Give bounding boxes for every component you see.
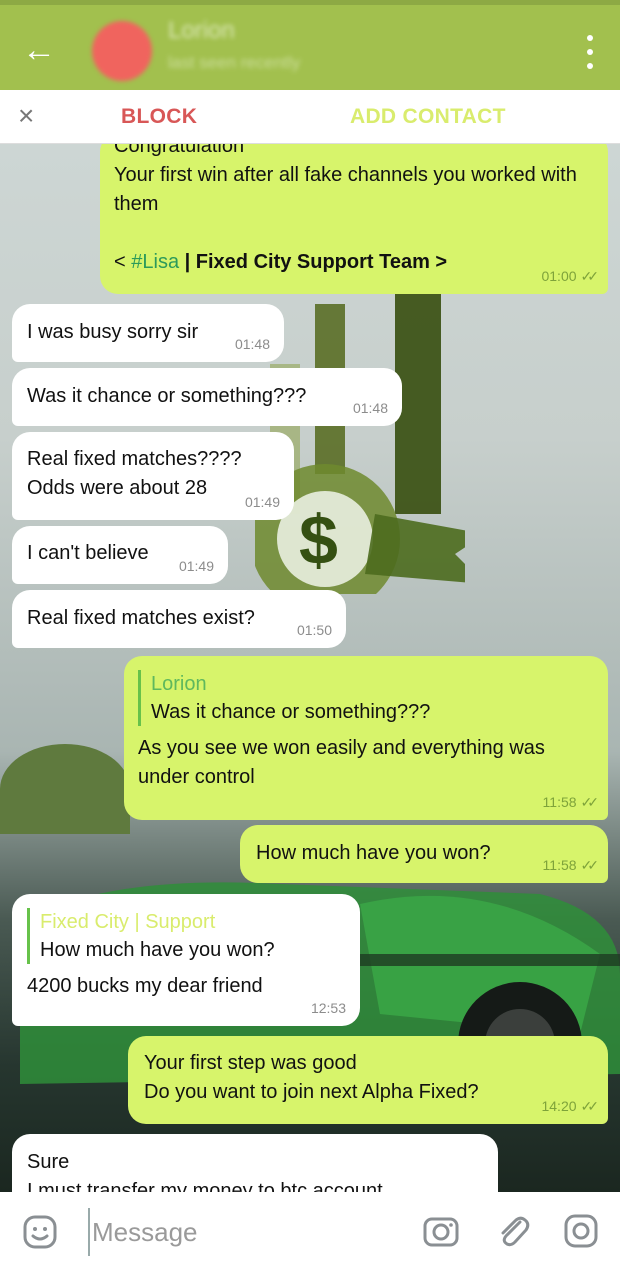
paperclip-icon[interactable] [494,1212,532,1250]
message-time: 14:20 ✓✓ [541,1098,600,1114]
hashtag-link[interactable]: #Lisa [131,251,179,273]
message-bubble[interactable]: Your first step was good Do you want to … [128,1036,608,1124]
message-text: As you see we won easily and everything … [138,737,545,788]
message-text: Congratulation [114,144,245,157]
avatar[interactable] [92,21,152,81]
reply-quote[interactable]: Lorion Was it chance or something??? [138,670,594,726]
double-check-icon: ✓✓ [580,857,600,873]
message-composer [0,1192,620,1280]
message-time: 12:53 [310,1000,346,1016]
more-vertical-icon[interactable] [584,35,596,69]
add-contact-button[interactable]: ADD CONTACT [350,105,506,129]
video-message-icon[interactable] [562,1212,600,1250]
message-bubble[interactable]: Fixed City | Support How much have you w… [12,894,360,1026]
contact-name[interactable]: Lorion [168,17,235,45]
message-text: I can't believe [27,542,149,564]
message-text: 4200 bucks my dear friend [27,975,263,997]
message-bubble[interactable]: Lorion Was it chance or something??? As … [124,656,608,820]
message-time: 01:49 [178,558,214,574]
message-time: 11:58 ✓✓ [542,794,600,810]
report-spam-bar: × BLOCK ADD CONTACT [0,90,620,144]
message-time: 01:48 [234,336,270,352]
arrow-left-icon: ← [22,31,56,69]
message-text: How much have you won? [256,842,491,864]
camera-icon[interactable] [422,1212,460,1250]
message-bubble[interactable]: I can't believe 01:49 [12,526,228,584]
message-bubble[interactable]: I was busy sorry sir 01:48 [12,304,284,362]
close-icon[interactable]: × [18,100,34,132]
double-check-icon: ✓✓ [580,268,600,284]
sticker-icon[interactable] [22,1214,58,1250]
svg-text:$: $ [299,501,338,579]
message-signature: < #Lisa | Fixed City Support Team > [114,251,448,273]
message-list[interactable]: $ Congratulation Your first win after al… [0,144,620,1192]
double-check-icon: ✓✓ [580,1098,600,1114]
contact-status: last seen recently [168,53,301,72]
quote-text: How much have you won? [40,939,275,961]
block-button[interactable]: BLOCK [121,105,197,129]
message-time: 01:00 ✓✓ [541,268,600,284]
message-time: 01:49 [244,494,280,510]
message-text: I was busy sorry sir [27,321,199,343]
chat-header: ← Lorion last seen recently [0,0,620,90]
double-check-icon: ✓✓ [580,794,600,810]
message-text: Real fixed matches exist? [27,607,255,629]
message-time: 11:58 ✓✓ [542,857,600,873]
message-time: 01:50 [296,622,332,638]
message-bubble[interactable]: Congratulation Your first win after all … [100,144,608,294]
quote-author: Fixed City | Support [40,911,216,933]
message-bubble[interactable]: How much have you won? 11:58 ✓✓ [240,825,608,883]
message-bubble[interactable]: Was it chance or something??? 01:48 [12,368,402,426]
message-text: Real fixed matches???? Odds were about 2… [27,448,242,499]
message-text: Your first win after all fake channels y… [114,164,577,215]
message-input[interactable] [88,1208,388,1256]
message-text: Sure I must transfer my money to btc acc… [27,1151,383,1192]
quote-text: Was it chance or something??? [151,701,431,723]
quote-author: Lorion [151,673,207,695]
message-bubble[interactable]: Real fixed matches???? Odds were about 2… [12,432,294,520]
message-text: Was it chance or something??? [27,385,307,407]
back-button[interactable]: ← [22,33,62,69]
reply-quote[interactable]: Fixed City | Support How much have you w… [27,908,347,964]
message-text: Your first step was good Do you want to … [144,1052,479,1103]
message-bubble[interactable]: Real fixed matches exist? 01:50 [12,590,346,648]
message-bubble[interactable]: Sure I must transfer my money to btc acc… [12,1134,498,1192]
message-time: 01:48 [352,400,388,416]
wallpaper-trees-decoration [0,744,130,834]
